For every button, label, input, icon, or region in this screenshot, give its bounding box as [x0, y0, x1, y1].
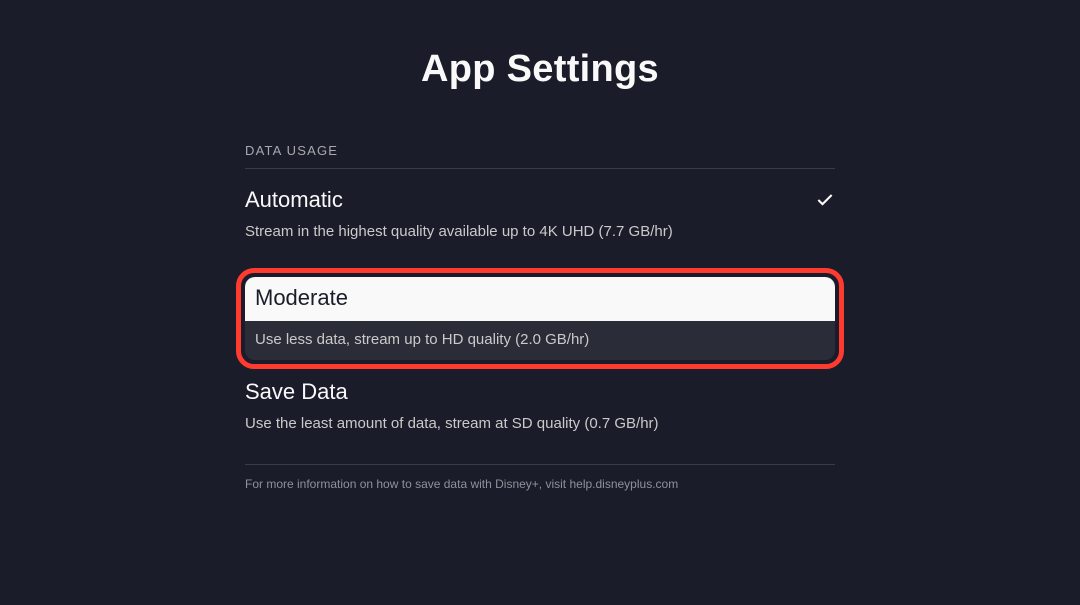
option-automatic[interactable]: Automatic Stream in the highest quality … [245, 187, 835, 258]
checkmark-icon [815, 190, 835, 210]
page-title: App Settings [245, 48, 835, 91]
footer-note: For more information on how to save data… [245, 464, 835, 491]
option-description: Stream in the highest quality available … [245, 223, 835, 240]
option-description: Use the least amount of data, stream at … [245, 415, 835, 432]
option-title: Automatic [245, 187, 343, 213]
option-moderate[interactable]: Moderate Use less data, stream up to HD … [245, 277, 835, 360]
option-save-data[interactable]: Save Data Use the least amount of data, … [245, 379, 835, 450]
option-title: Moderate [255, 285, 825, 311]
highlight-annotation: Moderate Use less data, stream up to HD … [236, 268, 844, 369]
option-description: Use less data, stream up to HD quality (… [255, 331, 825, 348]
option-title: Save Data [245, 379, 348, 405]
section-header-data-usage: DATA USAGE [245, 143, 835, 169]
